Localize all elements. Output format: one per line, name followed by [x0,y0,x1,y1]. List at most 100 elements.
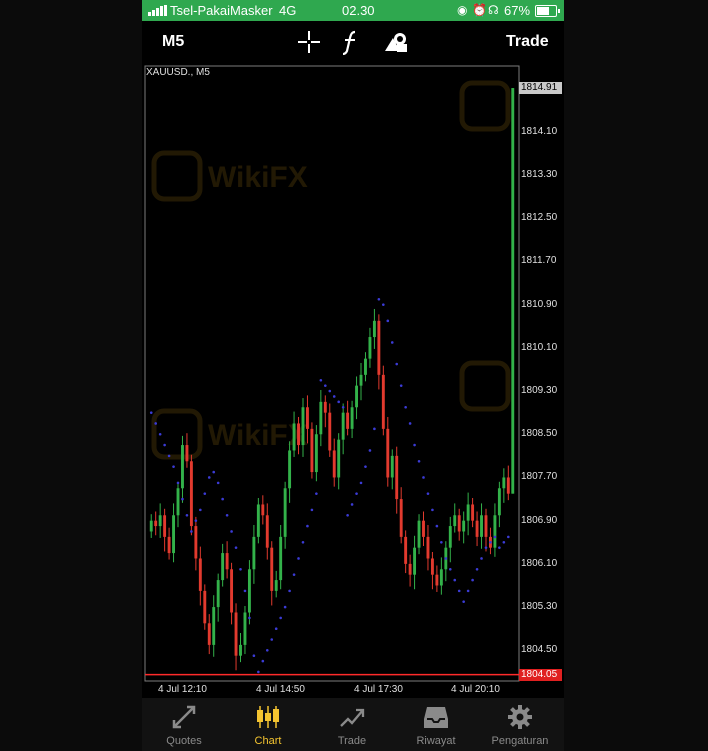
candle-body [234,612,238,656]
sar-dot [194,519,198,522]
x-tick-label: 4 Jul 20:10 [451,684,500,695]
candle-body [475,520,479,537]
candle-body [439,569,443,586]
y-tick-label: 1809.30 [521,385,558,397]
sar-dot [261,659,265,663]
sar-dot [453,578,457,582]
sar-dot [328,389,332,393]
tab-quotes[interactable]: Quotes [142,698,226,751]
trade-icon [340,708,365,727]
candle-body [314,434,318,473]
sar-dot [382,303,385,306]
sar-dot [288,589,291,593]
candle-body [261,504,265,516]
candle-body [292,423,296,451]
function-icon[interactable] [338,29,364,55]
candle-body [207,623,211,645]
sar-dot [324,384,327,387]
headphones-icon: ☊ [488,3,499,17]
candle-body [346,412,350,429]
inbox-icon [424,707,448,728]
gear-icon [508,705,532,729]
candle-body [283,488,287,537]
sar-dot [212,470,216,474]
candle-body [502,477,506,489]
candle-body [506,477,510,494]
y-tick-label: 1804.50 [521,644,558,656]
signal-icon [148,5,167,16]
y-tick-label: 1810.90 [521,298,558,310]
candle-body [395,455,399,500]
candle-body [511,88,515,494]
candle-body [404,536,408,564]
candle-body [386,428,390,478]
sar-dot [377,297,381,301]
sar-dot [417,459,421,463]
y-tick-label: 1805.30 [521,601,558,613]
candle-body [265,515,269,548]
candle-body [408,563,412,575]
sar-dot [332,395,336,398]
objects-icon[interactable] [383,29,409,55]
y-tick-label: 1812.50 [521,212,558,224]
candle-body [377,320,381,375]
candle-body [355,385,358,408]
sar-dot [435,524,439,528]
timeframe-button[interactable]: M5 [162,33,184,51]
sar-dot [315,492,318,495]
y-tick-label: 1811.70 [521,255,557,267]
candle-body [453,515,457,527]
candle-body [310,428,314,473]
sar-dot [448,567,452,571]
candle-body [399,499,403,537]
price-line-tag: 1804.05 [519,668,562,681]
sar-dot [346,513,349,517]
candle-body [225,553,229,570]
candle-body [212,607,216,645]
sar-dot [270,638,274,641]
candle-body [493,515,497,548]
sar-dot [368,449,372,452]
candle-body [417,520,421,548]
sar-dot [493,535,497,539]
tab-chart[interactable]: Chart [226,698,310,751]
network-type: 4G [279,3,297,18]
candle-body [422,520,425,537]
sar-dot [274,627,278,630]
sar-dot [181,497,184,501]
watermarks: WikiFX WikiFX [151,80,511,460]
candle-body [301,407,305,446]
candle-body [185,445,189,462]
candle-body [462,520,466,532]
tab-pengaturan[interactable]: Pengaturan [478,698,562,751]
svg-text:WikiFX: WikiFX [208,161,308,194]
sar-dot [399,384,403,387]
sar-dot [350,503,354,506]
price-chart[interactable]: WikiFX WikiFX XAUUSD., M5 1814.10 1813.30… [142,63,564,698]
sar-dot [373,427,376,431]
sar-dot [243,589,247,593]
chart-canvas: WikiFX WikiFX [144,65,520,682]
sar-dot [364,465,367,468]
sar-dot [426,492,430,495]
sar-dot [301,540,305,544]
candle-body [221,553,225,581]
candle-body [471,504,475,521]
candle-body [172,515,175,554]
tab-trade[interactable]: Trade [310,698,394,751]
candle-body [430,558,434,575]
candle-body [323,401,327,413]
trade-button[interactable]: Trade [506,33,549,51]
tab-riwayat[interactable]: Riwayat [394,698,478,751]
sar-dot [471,578,474,582]
candle-body [230,569,234,613]
candle-body [149,520,153,532]
chart-toolbar: M5 Trade [142,21,564,63]
candle-body [163,515,167,537]
crosshair-icon[interactable] [296,29,322,55]
sar-dot [149,411,153,414]
y-tick-label: 1813.30 [521,169,558,181]
candlestick-icon [257,706,279,728]
sar-dot [230,530,233,533]
sar-dot [172,465,175,468]
